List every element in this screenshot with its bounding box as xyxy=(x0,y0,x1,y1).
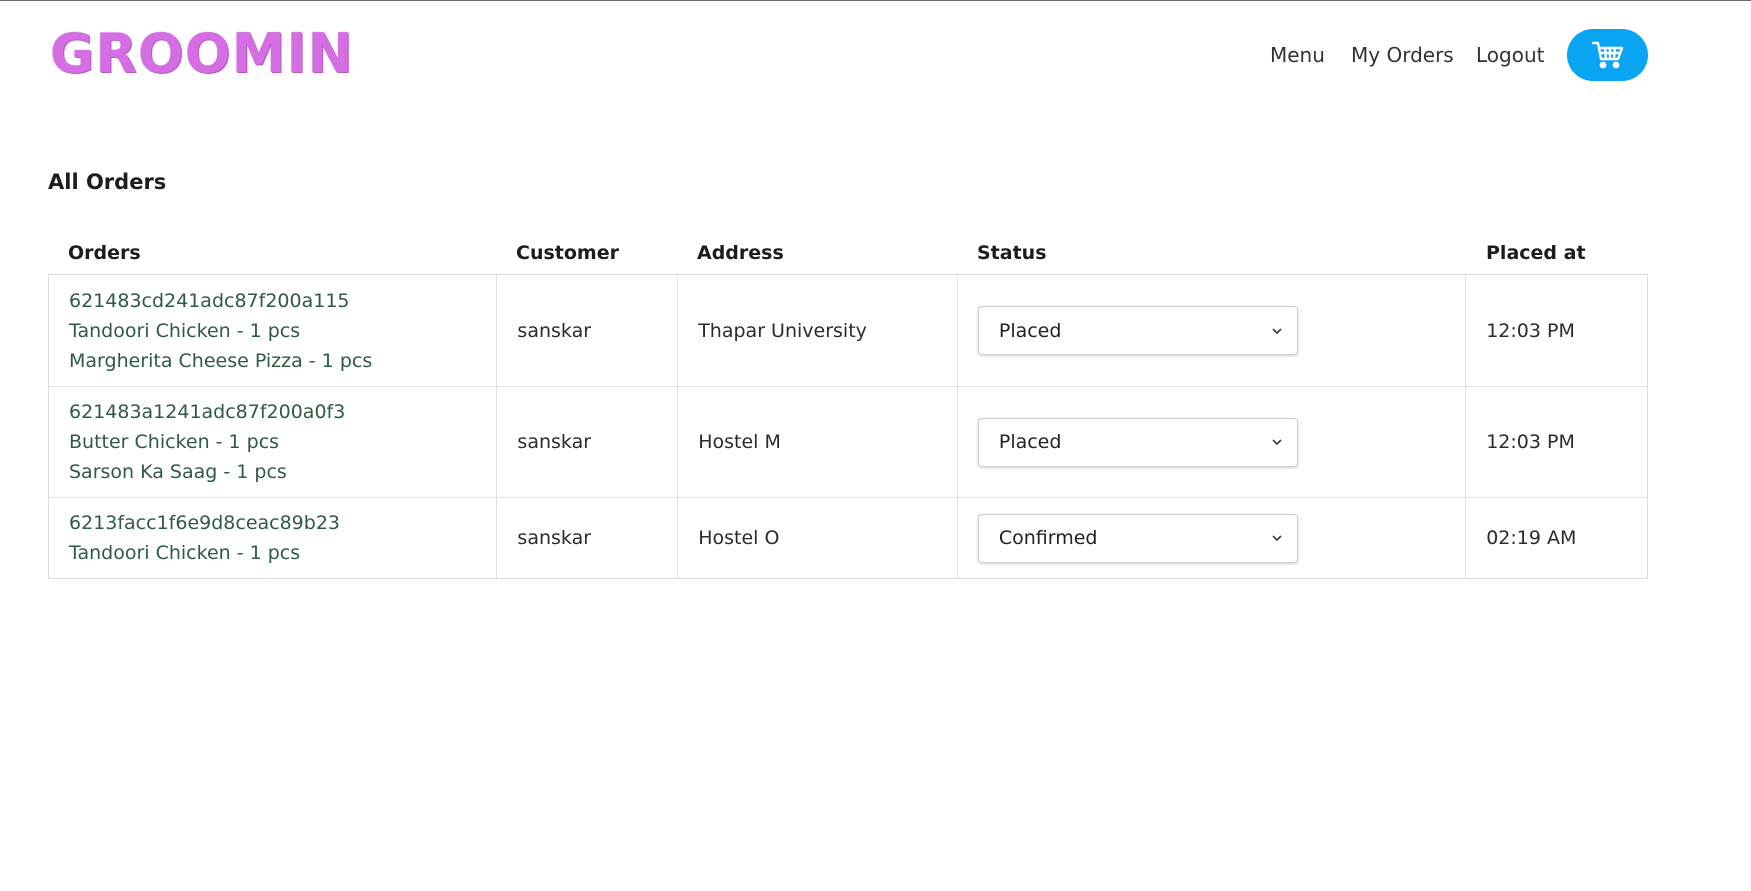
placed-at-cell: 12:03 PM xyxy=(1465,275,1647,386)
address-cell: Thapar University xyxy=(677,275,957,386)
customer-cell: sanskar xyxy=(496,498,677,578)
order-id[interactable]: 6213facc1f6e9d8ceac89b23 xyxy=(69,508,496,538)
status-select[interactable]: Placed xyxy=(977,306,1298,355)
status-cell: Placed xyxy=(956,387,1465,497)
logo[interactable]: GROOMIN xyxy=(50,22,354,86)
chevron-down-icon xyxy=(1272,439,1282,446)
table-header-row: Orders Customer Address Status Placed at xyxy=(48,232,1648,274)
status-select[interactable]: Placed xyxy=(977,417,1298,467)
status-value: Placed xyxy=(998,319,1062,342)
status-cell: Confirmed xyxy=(956,498,1465,578)
top-border xyxy=(0,0,1751,1)
address-cell: Hostel M xyxy=(677,387,957,497)
column-header-placed-at: Placed at xyxy=(1486,242,1586,264)
placed-at-cell: 02:19 AM xyxy=(1465,498,1647,578)
column-header-customer: Customer xyxy=(516,242,619,264)
order-id[interactable]: 621483cd241adc87f200a115 xyxy=(69,286,496,316)
chevron-down-icon xyxy=(1272,327,1282,334)
order-cell: 621483a1241adc87f200a0f3 Butter Chicken … xyxy=(49,387,496,497)
status-select[interactable]: Confirmed xyxy=(977,513,1298,563)
chevron-down-icon xyxy=(1272,535,1282,542)
table-body: 621483cd241adc87f200a115 Tandoori Chicke… xyxy=(48,274,1648,579)
order-cell: 621483cd241adc87f200a115 Tandoori Chicke… xyxy=(49,275,496,386)
column-header-orders: Orders xyxy=(68,242,141,264)
cart-icon xyxy=(1591,41,1623,69)
status-value: Confirmed xyxy=(998,527,1098,549)
column-header-status: Status xyxy=(977,242,1047,264)
order-item: Margherita Cheese Pizza - 1 pcs xyxy=(69,349,373,372)
nav-logout-link[interactable]: Logout xyxy=(1476,40,1544,70)
cart-button[interactable] xyxy=(1567,29,1648,81)
order-item: Tandoori Chicken - 1 pcs xyxy=(69,542,301,564)
table-row: 621483cd241adc87f200a115 Tandoori Chicke… xyxy=(49,275,1647,386)
orders-table: Orders Customer Address Status Placed at… xyxy=(48,232,1648,579)
address-cell: Hostel O xyxy=(677,498,957,578)
nav-menu-link[interactable]: Menu xyxy=(1270,40,1325,70)
customer-cell: sanskar xyxy=(496,275,677,386)
status-value: Placed xyxy=(998,431,1062,453)
customer-cell: sanskar xyxy=(496,387,677,497)
order-id[interactable]: 621483a1241adc87f200a0f3 xyxy=(69,397,496,427)
placed-at-cell: 12:03 PM xyxy=(1465,387,1647,497)
status-cell: Placed xyxy=(956,275,1465,386)
order-item: Butter Chicken - 1 pcs xyxy=(69,431,280,453)
table-row: 6213facc1f6e9d8ceac89b23 Tandoori Chicke… xyxy=(49,497,1647,578)
nav-my-orders-link[interactable]: My Orders xyxy=(1351,40,1454,70)
order-cell: 6213facc1f6e9d8ceac89b23 Tandoori Chicke… xyxy=(49,498,496,578)
column-header-address: Address xyxy=(697,242,784,264)
page-title: All Orders xyxy=(48,170,167,194)
order-item: Tandoori Chicken - 1 pcs xyxy=(69,319,301,342)
table-row: 621483a1241adc87f200a0f3 Butter Chicken … xyxy=(49,386,1647,497)
order-item: Sarson Ka Saag - 1 pcs xyxy=(69,461,287,483)
